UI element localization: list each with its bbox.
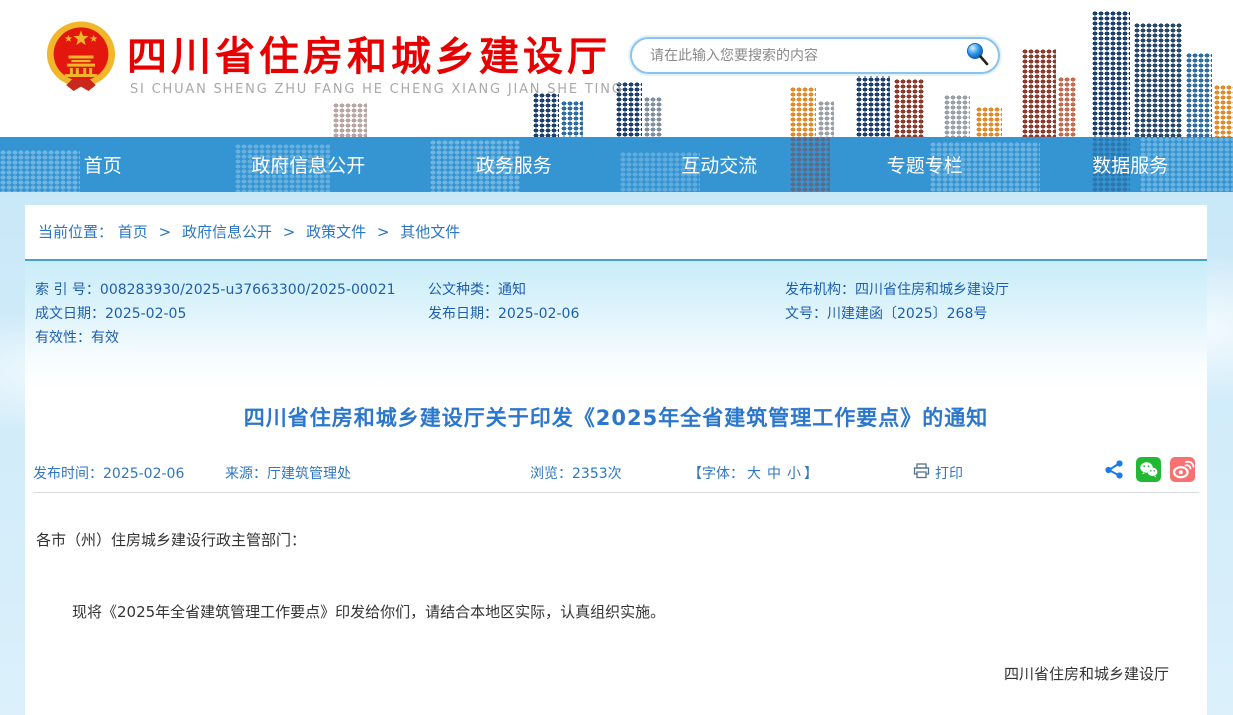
building-decoration [561, 101, 583, 137]
breadcrumb-separator: > [159, 223, 172, 241]
site-title: 四川省住房和城乡建设厅 [127, 24, 611, 82]
breadcrumb-label: 当前位置： [38, 223, 113, 241]
breadcrumb-item-gov-info[interactable]: 政府信息公开 [182, 223, 272, 241]
building-decoration [533, 93, 559, 137]
doc-written-date: 成文日期：2025-02-05 [35, 303, 186, 323]
building-decoration [1022, 49, 1056, 137]
site-header: 四川省住房和城乡建设厅 SI CHUAN SHENG ZHU FANG HE C… [0, 0, 1233, 137]
article-meta-bar: 发布时间：2025-02-06 来源：厅建筑管理处 浏览：2353次 【字体：大… [25, 457, 1207, 491]
breadcrumb-item-home[interactable]: 首页 [118, 223, 148, 241]
building-decoration [790, 87, 816, 137]
building-decoration [976, 107, 1002, 137]
share-button[interactable] [1102, 459, 1127, 484]
article-signature: 四川省住房和城乡建设厅 [1004, 663, 1169, 684]
share-icon [1103, 458, 1126, 485]
doc-type: 公文种类：通知 [428, 279, 526, 299]
breadcrumb: 当前位置： 首页 > 政府信息公开 > 政策文件 > 其他文件 [38, 221, 460, 242]
printer-icon [913, 463, 930, 483]
breadcrumb-separator: > [283, 223, 296, 241]
article-source: 来源：厅建筑管理处 [225, 463, 351, 483]
building-decoration [944, 95, 970, 137]
building-decoration [818, 101, 834, 137]
building-decoration [1092, 11, 1130, 137]
breadcrumb-item-other-files[interactable]: 其他文件 [400, 223, 460, 241]
doc-index-number: 索 引 号：008283930/2025-u37663300/2025-0002… [35, 279, 396, 299]
main-navigation: 首页 政府信息公开 政务服务 互动交流 专题专栏 数据服务 [0, 137, 1233, 192]
building-decoration [1058, 77, 1076, 137]
weibo-icon [1170, 457, 1195, 486]
search-input[interactable] [632, 48, 960, 64]
doc-publish-date: 发布日期：2025-02-06 [428, 303, 579, 323]
print-button[interactable]: 打印 [913, 463, 963, 483]
building-decoration [1186, 53, 1212, 137]
doc-number: 文号：川建建函〔2025〕268号 [785, 303, 987, 323]
content-panel: 当前位置： 首页 > 政府信息公开 > 政策文件 > 其他文件 索 引 号：00… [25, 205, 1207, 715]
nav-list: 首页 政府信息公开 政务服务 互动交流 专题专栏 数据服务 [0, 137, 1233, 192]
search-button[interactable] [960, 41, 994, 71]
nav-item-interaction[interactable]: 互动交流 [617, 137, 823, 192]
share-icons [1102, 459, 1195, 484]
publish-time: 发布时间：2025-02-06 [33, 463, 184, 483]
breadcrumb-item-policy-files[interactable]: 政策文件 [306, 223, 366, 241]
divider-line [33, 492, 1199, 493]
site-title-pinyin: SI CHUAN SHENG ZHU FANG HE CHENG XIANG J… [130, 82, 624, 97]
building-decoration [1214, 85, 1233, 137]
nav-item-gov-info[interactable]: 政府信息公开 [206, 137, 412, 192]
article-salutation: 各市（州）住房城乡建设行政主管部门： [36, 529, 306, 550]
font-size-suffix: 】 [804, 466, 818, 482]
article-paragraph: 现将《2025年全省建筑管理工作要点》印发给你们，请结合本地区实际，认真组织实施… [36, 601, 1196, 622]
font-size-prefix: 【字体： [688, 466, 744, 482]
national-emblem-logo [44, 11, 118, 103]
building-decoration [333, 103, 367, 137]
font-size-large-button[interactable]: 大 [747, 466, 761, 482]
building-decoration [644, 97, 662, 137]
print-label: 打印 [935, 463, 963, 483]
weibo-share-button[interactable] [1170, 459, 1195, 484]
doc-validity: 有效性：有效 [35, 327, 119, 347]
nav-item-data-services[interactable]: 数据服务 [1028, 137, 1233, 192]
font-size-small-button[interactable]: 小 [787, 466, 801, 482]
font-size-control: 【字体：大中小】 [688, 463, 818, 483]
article-title: 四川省住房和城乡建设厅关于印发《2025年全省建筑管理工作要点》的通知 [25, 402, 1207, 432]
document-metadata: 索 引 号：008283930/2025-u37663300/2025-0002… [25, 259, 1207, 391]
nav-item-services[interactable]: 政务服务 [411, 137, 617, 192]
search-icon [964, 55, 990, 70]
nav-item-home[interactable]: 首页 [0, 137, 206, 192]
wechat-share-button[interactable] [1136, 459, 1161, 484]
font-size-medium-button[interactable]: 中 [767, 466, 781, 482]
building-decoration [1134, 23, 1182, 137]
wechat-icon [1136, 457, 1161, 486]
breadcrumb-separator: > [377, 223, 390, 241]
search-box [630, 37, 1000, 74]
view-count: 浏览：2353次 [530, 463, 622, 483]
nav-item-special-topics[interactable]: 专题专栏 [822, 137, 1028, 192]
doc-issuing-agency: 发布机构：四川省住房和城乡建设厅 [785, 279, 1009, 299]
building-decoration [894, 79, 924, 137]
